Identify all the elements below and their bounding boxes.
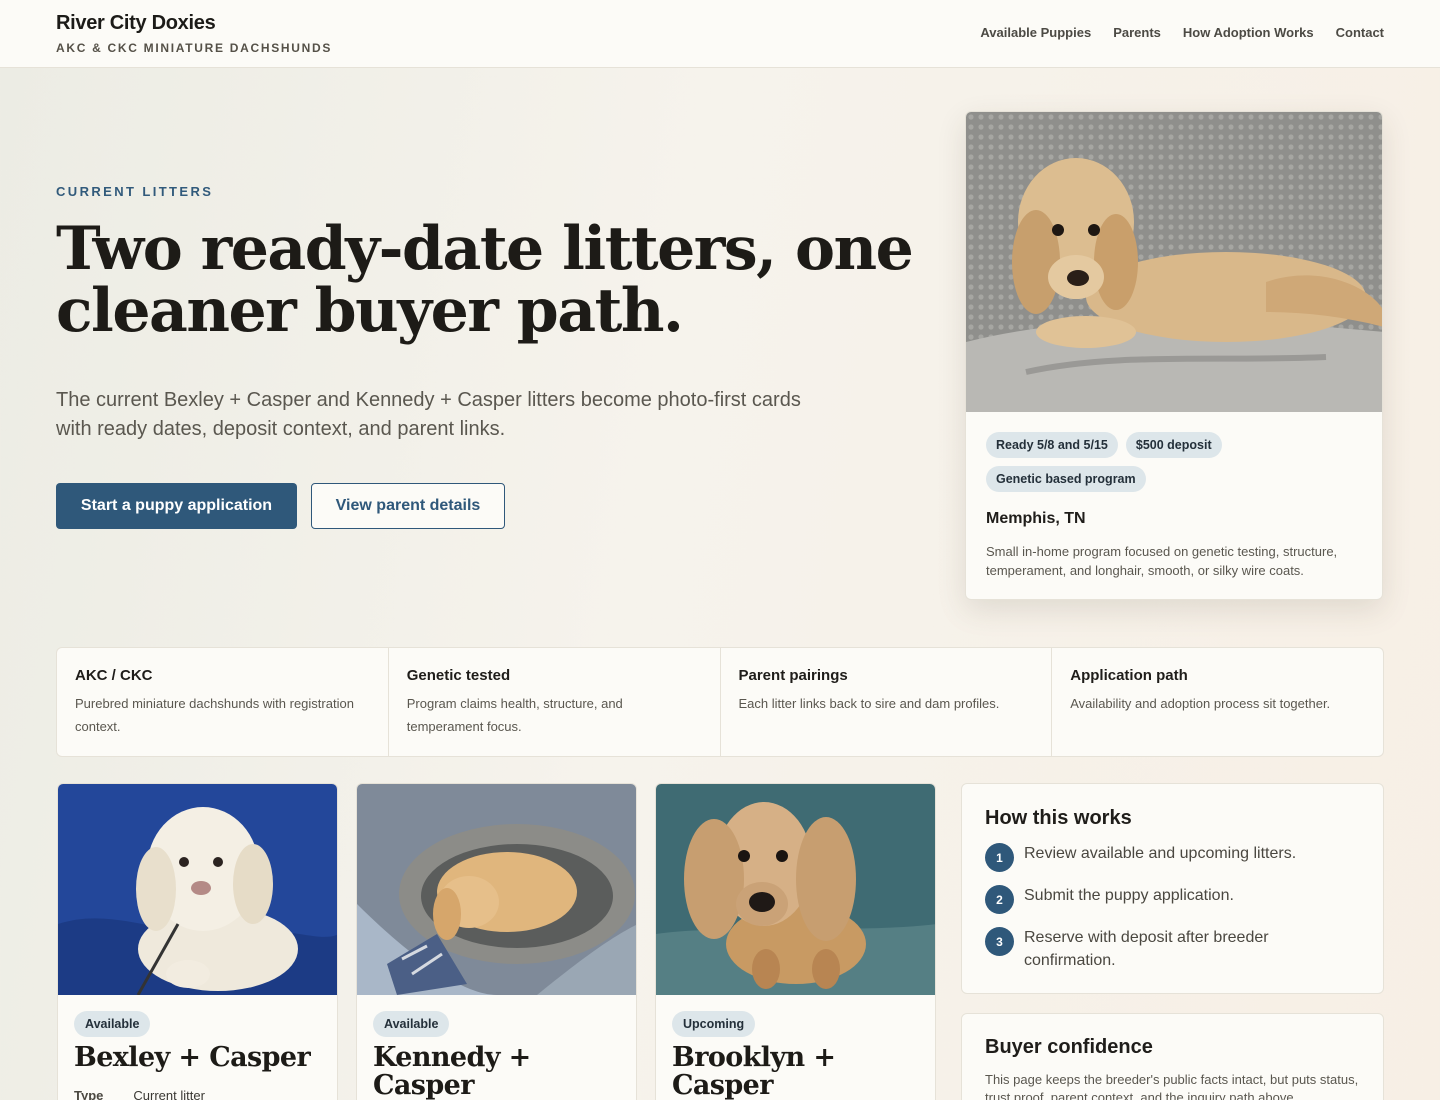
step-number-badge: 2 (985, 885, 1014, 914)
step-1: 1 Review available and upcoming litters. (985, 842, 1365, 872)
step-text: Reserve with deposit after breeder confi… (1024, 929, 1269, 969)
hero-description: Small in-home program focused on genetic… (986, 544, 1338, 578)
litter-card-bexley-casper[interactable]: Available Bexley + Casper Type Current l… (57, 783, 338, 1100)
step-number-badge: 1 (985, 843, 1014, 872)
feature-akc-ckc: AKC / CKC Purebred miniature dachshunds … (57, 648, 389, 756)
features-strip: AKC / CKC Purebred miniature dachshunds … (56, 647, 1384, 757)
step-number-badge: 3 (985, 927, 1014, 956)
hero-location: Memphis, TN (986, 510, 1086, 527)
feature-title: Application path (1070, 667, 1188, 684)
feature-text: Availability and adoption process sit to… (1070, 696, 1331, 711)
site-header: River City Doxies AKC & CKC MINIATURE DA… (0, 0, 1440, 68)
step-text: Submit the puppy application. (1024, 887, 1234, 904)
program-chip: Genetic based program (986, 466, 1146, 492)
hero-headline: Two ready-date litters, one cleaner buye… (56, 214, 914, 346)
nav-available-puppies[interactable]: Available Puppies (980, 25, 1091, 40)
litter-name[interactable]: Kennedy + Casper (373, 1044, 628, 1100)
deposit-chip: $500 deposit (1125, 432, 1222, 458)
nav-how-adoption-works[interactable]: How Adoption Works (1183, 25, 1314, 40)
meta-key: Type (74, 1088, 104, 1100)
ready-date-chip: Ready 5/8 and 5/15 (986, 432, 1118, 458)
status-badge: Available (74, 1011, 151, 1037)
buyer-confidence-text: This page keeps the breeder's public fac… (985, 1072, 1359, 1100)
litter-photo (357, 784, 636, 995)
hero-puppy-photo (966, 112, 1382, 412)
step-2: 2 Submit the puppy application. (985, 884, 1365, 914)
feature-parent-pairings: Parent pairings Each litter links back t… (721, 648, 1053, 756)
how-this-works-title: How this works (985, 807, 1132, 829)
litter-card-kennedy-casper[interactable]: Available Kennedy + Casper (356, 783, 637, 1100)
hero-feature-card: Ready 5/8 and 5/15 $500 deposit Genetic … (965, 111, 1383, 600)
hero-lede: The current Bexley + Casper and Kennedy … (56, 389, 801, 440)
feature-application-path: Application path Availability and adopti… (1052, 648, 1383, 756)
brand-tagline: AKC & CKC MINIATURE DACHSHUNDS (56, 41, 333, 55)
meta-value: Current litter (133, 1088, 205, 1100)
start-application-button[interactable]: Start a puppy application (56, 483, 297, 529)
feature-genetic-tested: Genetic tested Program claims health, st… (389, 648, 721, 756)
feature-text: Program claims health, structure, and te… (406, 696, 623, 734)
litter-meta: Type Current litter (74, 1088, 205, 1100)
feature-title: Parent pairings (738, 667, 848, 684)
nav-contact[interactable]: Contact (1336, 25, 1384, 40)
buyer-confidence-title: Buyer confidence (985, 1036, 1153, 1058)
feature-title: Genetic tested (406, 667, 511, 684)
brand[interactable]: River City Doxies AKC & CKC MINIATURE DA… (56, 12, 332, 55)
feature-text: Purebred miniature dachshunds with regis… (75, 696, 354, 734)
view-parent-details-button[interactable]: View parent details (311, 483, 505, 529)
brand-name[interactable]: River City Doxies (56, 12, 332, 35)
buyer-confidence-card: Buyer confidence This page keeps the bre… (961, 1013, 1384, 1100)
hero-eyebrow: CURRENT LITTERS (56, 184, 214, 199)
nav-parents[interactable]: Parents (1113, 25, 1161, 40)
litter-photo (656, 784, 935, 995)
status-badge: Available (373, 1011, 450, 1037)
litter-card-brooklyn-casper[interactable]: Upcoming Brooklyn + Casper (655, 783, 936, 1100)
litter-photo (58, 784, 337, 995)
step-text: Review available and upcoming litters. (1024, 845, 1297, 862)
hero-chips: Ready 5/8 and 5/15 $500 deposit Genetic … (986, 432, 1366, 492)
litter-name[interactable]: Brooklyn + Casper (672, 1044, 927, 1100)
feature-title: AKC / CKC (75, 667, 153, 684)
feature-text: Each litter links back to sire and dam p… (738, 696, 1000, 711)
main-nav: Available Puppies Parents How Adoption W… (980, 25, 1384, 40)
status-badge: Upcoming (672, 1011, 756, 1037)
how-this-works-card: How this works 1 Review available and up… (961, 783, 1384, 994)
step-3: 3 Reserve with deposit after breeder con… (985, 926, 1365, 972)
litter-name[interactable]: Bexley + Casper (74, 1044, 329, 1072)
